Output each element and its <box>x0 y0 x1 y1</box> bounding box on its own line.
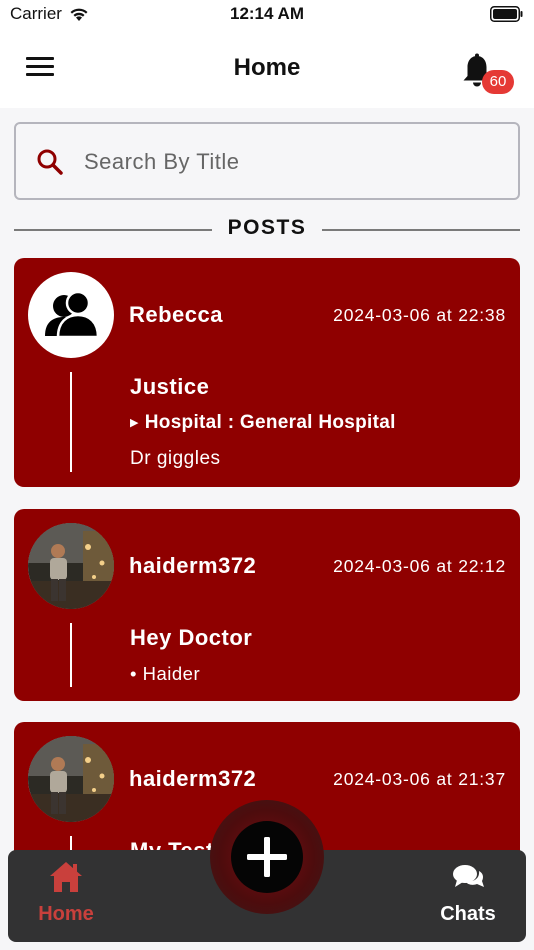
home-icon <box>50 862 82 892</box>
post-author: haiderm372 <box>129 766 257 791</box>
user-avatar-photo <box>28 523 114 609</box>
post-hospital-text: Hospital : General Hospital <box>144 412 396 433</box>
post-card[interactable]: Rebecca 2024-03-06 at 22:38 Justice ▶ Hos… <box>14 258 520 487</box>
search-input[interactable] <box>82 138 506 186</box>
section-title: POSTS <box>227 216 307 239</box>
tab-chats[interactable]: Chats <box>436 860 500 926</box>
chat-bubbles-icon <box>453 865 484 887</box>
tab-home-label: Home <box>38 903 94 925</box>
thread-line <box>70 372 72 472</box>
app-header: Home 60 <box>0 30 534 108</box>
status-bar: Carrier 12:14 AM <box>0 0 534 30</box>
post-description: Dr giggles <box>130 448 221 469</box>
create-post-button[interactable] <box>231 821 303 893</box>
post-timestamp: 2024-03-06 at 22:12 <box>333 556 506 576</box>
post-author: haiderm372 <box>129 553 257 578</box>
post-hospital: ▶ Hospital : General Hospital <box>130 412 396 434</box>
post-author: Rebecca <box>129 302 224 327</box>
plus-icon <box>247 837 287 877</box>
thread-line <box>70 623 72 687</box>
battery-icon <box>490 6 523 22</box>
post-title: Hey Doctor <box>130 625 253 650</box>
post-title: Justice <box>130 374 210 399</box>
triangle-bullet-icon: ▶ <box>130 417 139 430</box>
post-card[interactable]: haiderm372 2024-03-06 at 22:12 Hey Docto… <box>14 509 520 701</box>
divider-line <box>14 229 212 231</box>
tab-chats-label: Chats <box>440 903 496 925</box>
clock: 12:14 AM <box>229 4 304 23</box>
divider-line <box>322 229 520 231</box>
post-timestamp: 2024-03-06 at 22:38 <box>333 305 506 325</box>
post-tag: • Haider <box>130 663 201 684</box>
search-box[interactable] <box>14 122 520 200</box>
page-title: Home <box>233 54 301 81</box>
notification-count-badge: 60 <box>482 70 514 94</box>
tab-home[interactable]: Home <box>34 860 98 926</box>
post-timestamp: 2024-03-06 at 21:37 <box>333 769 506 789</box>
default-user-icon <box>28 272 114 358</box>
user-avatar-photo <box>28 736 114 822</box>
posts-section-header: POSTS <box>14 214 520 246</box>
search-icon <box>37 149 63 175</box>
